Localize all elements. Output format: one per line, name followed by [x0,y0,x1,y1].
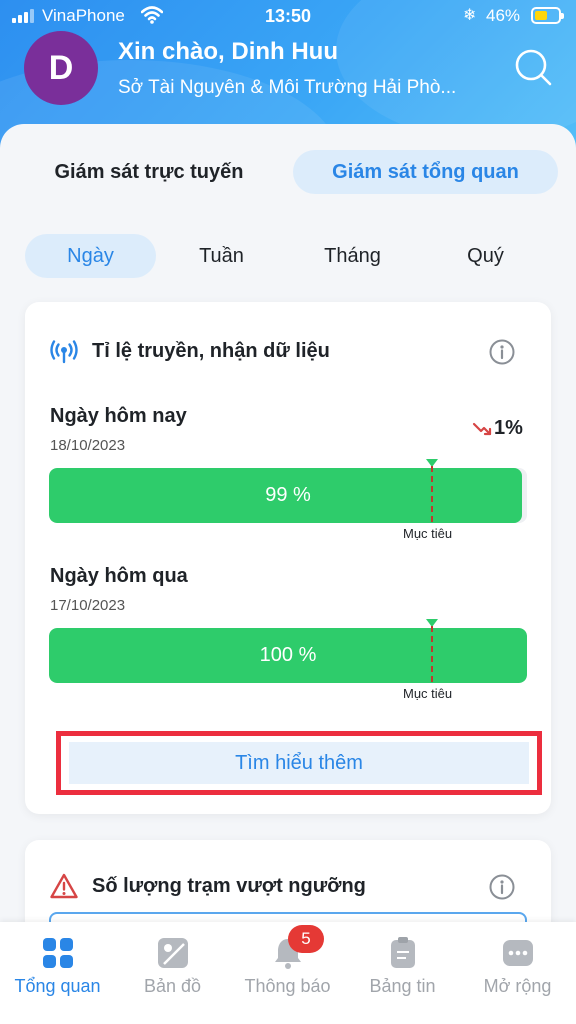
map-icon [157,938,188,968]
learn-more-button[interactable]: Tìm hiểu thêm [69,742,529,784]
period-tab-quarter[interactable]: Quý [420,234,551,278]
battery-icon [531,7,564,24]
yesterday-target-label: Mục tiêu [403,686,453,701]
yesterday-progress-bar: 100 % [49,628,527,683]
battery-percent: 46% [486,6,521,25]
today-date: 18/10/2023 [50,437,126,454]
today-trend-value: 1% [494,417,523,439]
tab-label: Mở rộng [483,976,552,996]
tab-online-monitoring[interactable]: Giám sát trực tuyến [28,150,270,194]
tab-map[interactable]: Bản đồ [115,922,230,1024]
tab-overview[interactable]: Tổng quan [0,922,115,1024]
search-icon[interactable] [512,46,554,88]
snowflake-icon: ❄ [463,7,477,24]
transmission-card-title: Tỉ lệ truyền, nhận dữ liệu [92,340,330,362]
info-icon[interactable] [489,339,515,365]
avatar-initial: D [48,48,74,87]
threshold-card-title: Số lượng trạm vượt ngưỡng [92,875,366,897]
notification-badge: 5 [288,925,324,953]
today-label: Ngày hôm nay [50,405,187,427]
today-progress-value: 99 % [265,484,311,506]
today-progress-bar: 99 % [49,468,527,523]
target-line [431,626,433,682]
period-tab-day[interactable]: Ngày [25,234,156,278]
tab-label: Thông báo [244,976,331,996]
today-trend: 1% [472,417,523,440]
warning-icon [50,873,78,899]
greeting-text: Xin chào, Dinh Huu [118,38,338,65]
tab-label: Bản đồ [143,976,202,996]
period-tab-month[interactable]: Tháng [287,234,418,278]
dashboard-icon [42,938,73,968]
status-bar: VinaPhone 13:50 ❄ 46% [0,0,576,32]
organization-name: Sở Tài Nguyên & Môi Trường Hải Phò... [118,77,457,98]
more-icon [502,940,533,966]
tab-newsfeed[interactable]: Bảng tin [345,922,460,1024]
yesterday-label: Ngày hôm qua [50,565,188,587]
yesterday-progress-value: 100 % [259,644,317,666]
avatar[interactable]: D [24,31,98,105]
battery-level [535,11,547,20]
info-icon[interactable] [489,874,515,900]
learn-more-highlight: Tìm hiểu thêm [56,731,542,795]
tab-label: Bảng tin [369,976,436,996]
today-target-label: Mục tiêu [403,526,453,541]
trend-down-icon [472,422,492,435]
period-tab-week[interactable]: Tuần [156,234,287,278]
target-line [431,466,433,522]
clipboard-icon [390,937,415,968]
yesterday-date: 17/10/2023 [50,597,126,614]
tab-more[interactable]: Mở rộng [460,922,575,1024]
tab-overview-monitoring[interactable]: Giám sát tổng quan [293,150,558,194]
tab-label: Tổng quan [14,976,101,996]
broadcast-icon [50,340,78,364]
